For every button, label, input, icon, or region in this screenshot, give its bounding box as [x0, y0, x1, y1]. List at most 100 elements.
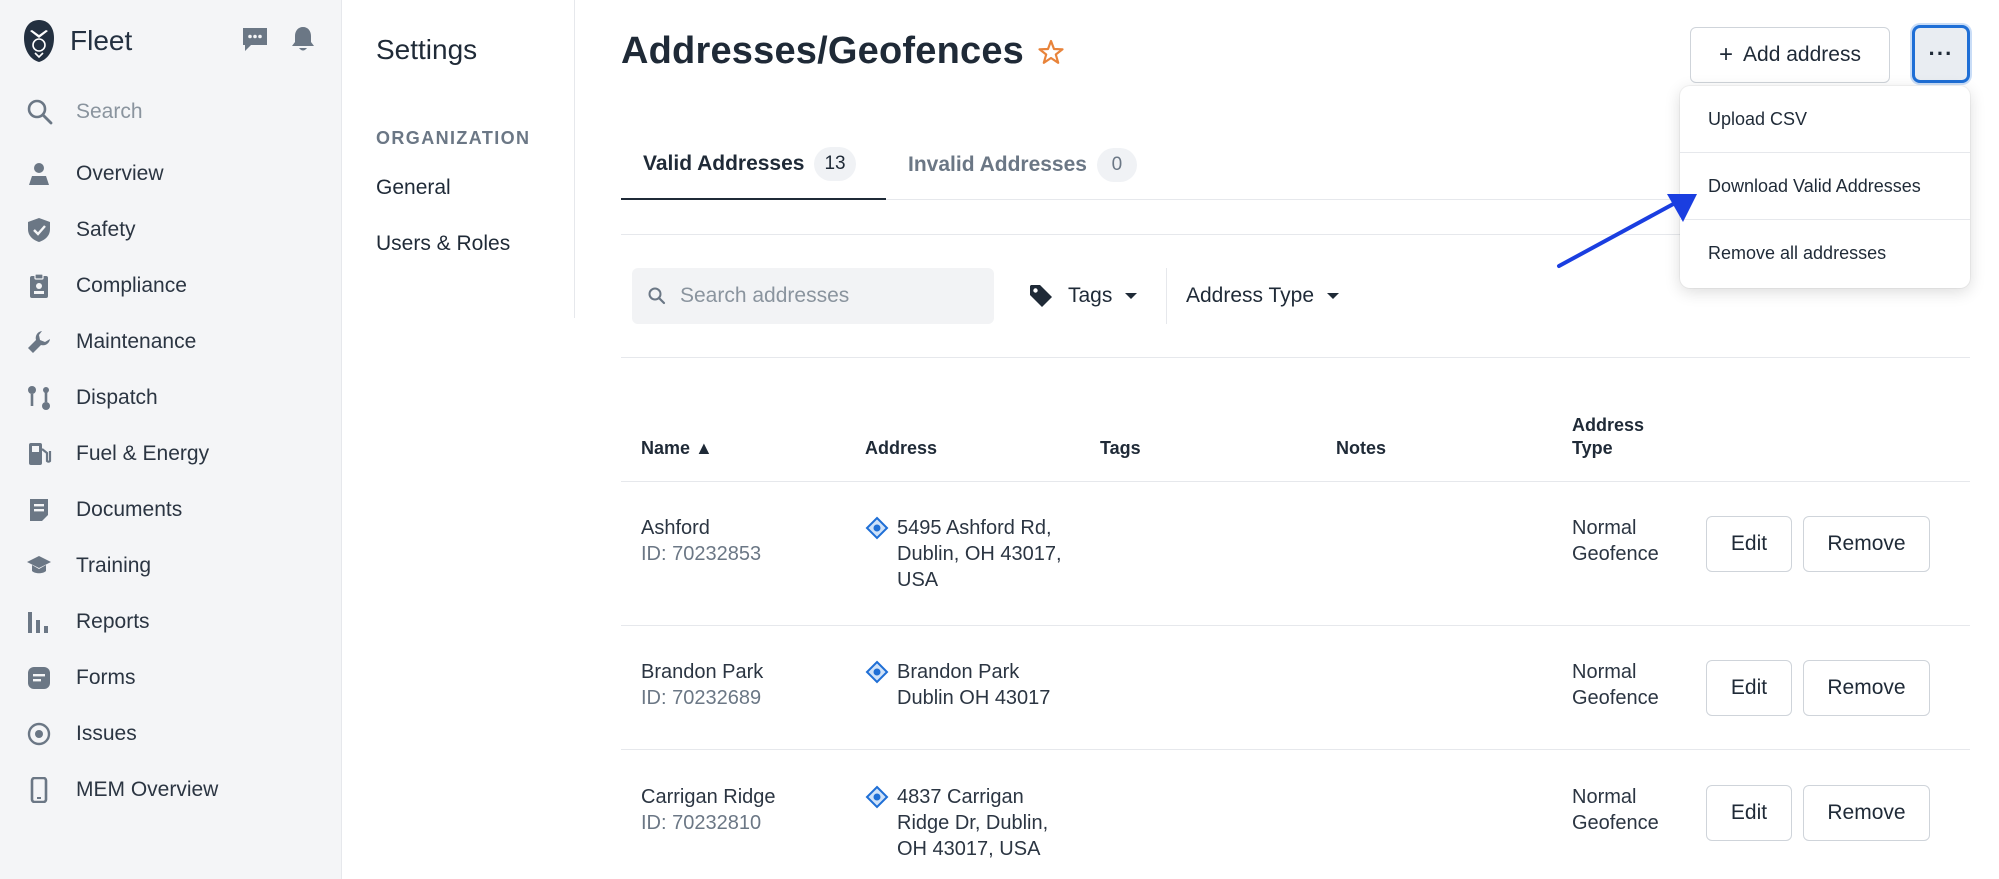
bell-icon[interactable] [288, 24, 318, 54]
search-addresses-input[interactable] [680, 284, 980, 308]
nav-item-label: Training [76, 554, 152, 577]
type-line: Geofence [1572, 543, 1659, 565]
wrench-icon [28, 331, 50, 353]
graduation-cap-icon [27, 556, 51, 574]
fuel-pump-icon [29, 443, 52, 465]
chat-icon[interactable] [240, 24, 270, 54]
bar-chart-icon [28, 612, 48, 633]
left-navigation: Fleet Search Overview Safety Compliance [0, 0, 342, 879]
menu-item-remove-all-addresses[interactable]: Remove all addresses [1680, 220, 1970, 286]
settings-link-general[interactable]: General [376, 176, 451, 200]
page-title: Addresses/Geofences [621, 30, 1024, 72]
column-header-tags: Tags [1100, 438, 1141, 458]
nav-item-label: Safety [76, 218, 136, 241]
owl-logo-icon [24, 20, 54, 62]
row-address-type: Normal Geofence [1572, 659, 1659, 711]
nav-item-label: Reports [76, 610, 150, 633]
tab-valid-addresses[interactable]: Valid Addresses 13 [621, 130, 886, 200]
type-line: Normal [1572, 786, 1637, 808]
menu-item-upload-csv[interactable]: Upload CSV [1680, 86, 1970, 152]
address-line: Dublin, OH 43017, [897, 543, 1062, 565]
tab-label: Invalid Addresses [908, 153, 1087, 176]
address-type-filter[interactable]: Address Type [1186, 270, 1340, 322]
nav-item-issues[interactable]: Issues [26, 706, 326, 762]
star-icon[interactable] [1037, 38, 1065, 66]
tags-filter-label: Tags [1068, 284, 1113, 307]
edit-button[interactable]: Edit [1706, 660, 1792, 716]
address-line: USA [897, 569, 939, 591]
row-name: Brandon Park [641, 661, 764, 683]
nav-item-documents[interactable]: Documents [26, 482, 326, 538]
shield-check-icon [28, 218, 50, 242]
geofence-icon [865, 516, 889, 540]
remove-button[interactable]: Remove [1803, 516, 1930, 572]
nav-item-forms[interactable]: Forms [26, 650, 326, 706]
type-line: Normal [1572, 661, 1637, 683]
remove-button[interactable]: Remove [1803, 785, 1930, 841]
nav-item-label: Maintenance [76, 330, 197, 353]
edit-button[interactable]: Edit [1706, 785, 1792, 841]
type-line: Geofence [1572, 687, 1659, 709]
column-header-address-type-line1: Address [1572, 415, 1645, 435]
type-line: Normal [1572, 517, 1637, 539]
geofence-icon [865, 785, 889, 809]
document-icon [30, 499, 48, 521]
search-icon [27, 99, 53, 125]
brand[interactable]: Fleet [22, 18, 132, 64]
settings-link-users-roles[interactable]: Users & Roles [376, 232, 510, 256]
nav-search-label: Search [76, 100, 143, 123]
nav-item-mem-overview[interactable]: MEM Overview [26, 762, 326, 818]
column-header-notes: Notes [1336, 438, 1387, 458]
column-header-address-type: Address Type [1572, 414, 1644, 460]
row-id: ID: 70232853 [641, 543, 762, 565]
column-header-address: Address [865, 438, 938, 458]
row-address: Brandon Park Dublin OH 43017 [865, 659, 1050, 711]
nav-item-training[interactable]: Training [26, 538, 326, 594]
route-icon [28, 386, 50, 410]
search-addresses-box[interactable] [632, 268, 994, 324]
nav-item-label: Issues [76, 722, 137, 745]
nav-item-reports[interactable]: Reports [26, 594, 326, 650]
nav-item-safety[interactable]: Safety [26, 202, 326, 258]
column-header-name[interactable]: Name ▲ [641, 437, 713, 460]
address-type-filter-label: Address Type [1186, 284, 1315, 307]
nav-item-compliance[interactable]: Compliance [26, 258, 326, 314]
remove-button[interactable]: Remove [1803, 660, 1930, 716]
filter-divider [1166, 268, 1167, 324]
nav-item-label: Documents [76, 498, 183, 521]
tab-invalid-addresses[interactable]: Invalid Addresses 0 [908, 130, 1168, 200]
tab-label: Valid Addresses [643, 152, 805, 175]
mobile-device-icon [30, 777, 48, 803]
geofence-icon [865, 660, 889, 684]
plus-icon: + [1719, 41, 1734, 68]
tab-count-badge: 0 [1096, 148, 1137, 182]
add-address-button[interactable]: + Add address [1690, 27, 1890, 83]
row-divider [621, 625, 1970, 626]
nav-item-label: Forms [76, 666, 136, 689]
issue-circle-icon [27, 722, 51, 746]
nav-item-label: Fuel & Energy [76, 442, 210, 465]
nav-list: Overview Safety Compliance Maintenance D… [26, 146, 326, 818]
search-icon [648, 287, 666, 305]
map-pin-person-icon [29, 163, 49, 185]
nav-item-overview[interactable]: Overview [26, 146, 326, 202]
row-address: 4837 Carrigan Ridge Dr, Dublin, OH 43017… [865, 784, 1048, 862]
caret-down-icon [1327, 293, 1340, 299]
menu-item-download-valid-addresses[interactable]: Download Valid Addresses [1680, 153, 1970, 219]
nav-search[interactable]: Search [26, 98, 143, 126]
nav-item-maintenance[interactable]: Maintenance [26, 314, 326, 370]
column-header-address-type-line2: Type [1572, 438, 1613, 458]
nav-item-fuel-energy[interactable]: Fuel & Energy [26, 426, 326, 482]
address-line: 4837 Carrigan [897, 786, 1024, 808]
address-line: Dublin OH 43017 [897, 687, 1051, 709]
app-name: Fleet [70, 25, 133, 56]
nav-item-dispatch[interactable]: Dispatch [26, 370, 326, 426]
address-line: Brandon Park [897, 661, 1020, 683]
nav-item-label: Overview [76, 162, 164, 185]
address-line: OH 43017, USA [897, 838, 1041, 860]
more-options-button[interactable]: ··· [1912, 25, 1970, 83]
edit-button[interactable]: Edit [1706, 516, 1792, 572]
row-address-type: Normal Geofence [1572, 784, 1659, 836]
add-address-label: Add address [1743, 43, 1861, 66]
tags-filter[interactable]: Tags [1028, 270, 1138, 322]
